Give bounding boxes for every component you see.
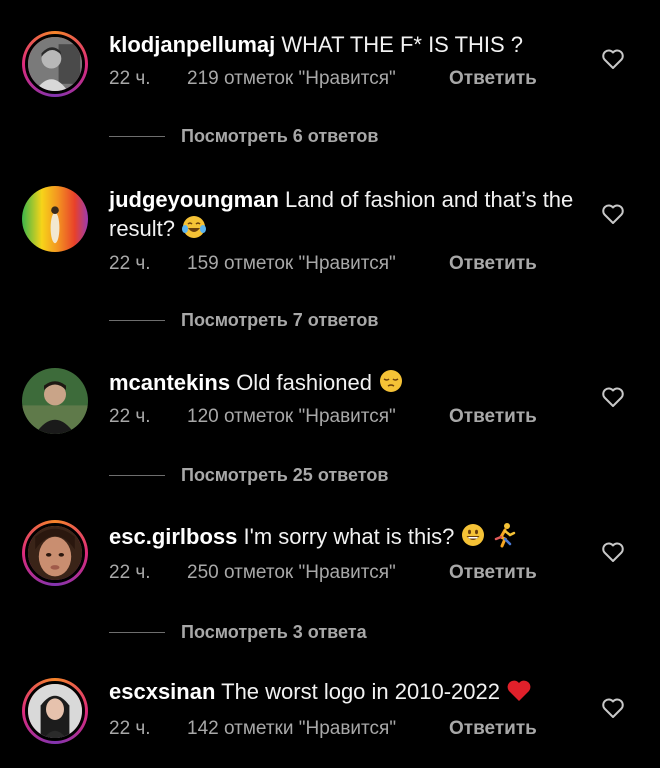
avatar[interactable] [22,186,88,252]
comment-body: WHAT THE F* IS THIS ? [281,32,524,57]
username[interactable]: escxsinan [109,679,215,704]
reply-button[interactable]: Ответить [449,562,537,584]
view-replies[interactable]: Посмотреть 25 ответов [109,465,388,486]
view-replies-label[interactable]: Посмотреть 6 ответов [181,126,378,147]
view-replies-label[interactable]: Посмотреть 25 ответов [181,465,388,486]
running-person-icon [494,523,515,548]
comment-time: 22 ч. [109,406,151,427]
avatar[interactable] [22,520,88,586]
comment-meta: 22 ч. 159 отметок "Нравится" Ответить [109,253,537,275]
comment-body: I'm sorry what is this? [243,524,455,549]
divider-line [109,136,165,137]
username[interactable]: klodjanpellumaj [109,32,275,57]
pensive-emoji-icon [380,370,403,392]
comment-meta: 22 ч. 219 отметок "Нравится" Ответить [109,68,537,90]
likes-count[interactable]: 219 отметок "Нравится" [187,68,449,90]
username[interactable]: esc.girlboss [109,524,237,549]
comment-body: The worst logo in 2010-2022 [221,679,500,704]
divider-line [109,632,165,633]
comment-meta: 22 ч. 120 отметок "Нравится" Ответить [109,406,537,428]
comment-time: 22 ч. [109,253,151,274]
reply-button[interactable]: Ответить [449,718,537,740]
likes-count[interactable]: 159 отметок "Нравится" [187,253,449,275]
reply-button[interactable]: Ответить [449,253,537,275]
heart-icon[interactable] [601,541,625,563]
username[interactable]: mcantekins [109,370,230,395]
avatar[interactable] [22,31,88,97]
comment-meta: 22 ч. 142 отметки "Нравится" Ответить [109,718,537,740]
comment-text: klodjanpellumaj WHAT THE F* IS THIS ? [109,31,579,59]
comment-text: esc.girlboss I'm sorry what is this? [109,522,579,551]
reply-button[interactable]: Ответить [449,406,537,428]
likes-count[interactable]: 120 отметок "Нравится" [187,406,449,428]
comment-text: escxsinan The worst logo in 2010-2022 [109,678,579,706]
divider-line [109,475,165,476]
likes-count[interactable]: 250 отметок "Нравится" [187,562,449,584]
grinning-emoji-icon [462,524,485,546]
likes-count[interactable]: 142 отметки "Нравится" [187,718,449,740]
comment-text: judgeyoungman Land of fashion and that’s… [109,186,579,243]
comment-body: Old fashioned [236,370,372,395]
laughing-tears-emoji-icon [182,216,207,238]
comment-meta: 22 ч. 250 отметок "Нравится" Ответить [109,562,537,584]
view-replies[interactable]: Посмотреть 6 ответов [109,126,378,147]
comment-time: 22 ч. [109,68,151,89]
view-replies[interactable]: Посмотреть 3 ответа [109,622,367,643]
view-replies[interactable]: Посмотреть 7 ответов [109,310,378,331]
heart-icon[interactable] [601,203,625,225]
comment-time: 22 ч. [109,718,151,739]
reply-button[interactable]: Ответить [449,68,537,90]
view-replies-label[interactable]: Посмотреть 7 ответов [181,310,378,331]
comment-text: mcantekins Old fashioned [109,368,579,397]
avatar[interactable] [22,368,88,434]
view-replies-label[interactable]: Посмотреть 3 ответа [181,622,367,643]
username[interactable]: judgeyoungman [109,187,279,212]
heart-icon[interactable] [601,697,625,719]
heart-icon[interactable] [601,386,625,408]
heart-icon[interactable] [601,48,625,70]
avatar[interactable] [22,678,88,744]
red-heart-emoji-icon [507,680,531,701]
divider-line [109,320,165,321]
comment-time: 22 ч. [109,562,151,583]
